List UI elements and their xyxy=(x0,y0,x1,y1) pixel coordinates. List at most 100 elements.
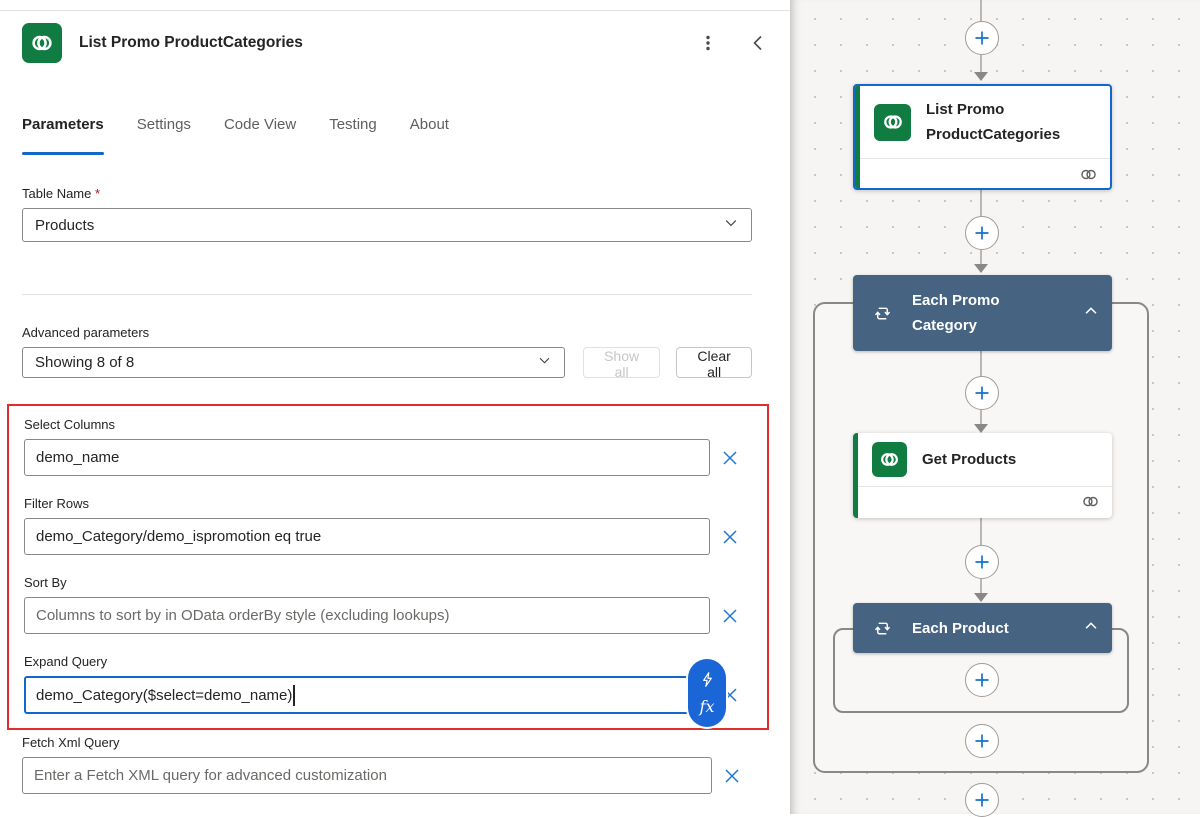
insert-step-button[interactable] xyxy=(965,663,999,697)
clear-all-button[interactable]: Clear all xyxy=(676,347,752,378)
node-title: List Promo ProductCategories xyxy=(926,97,1098,147)
clear-x-icon xyxy=(722,766,742,786)
arrow-down-icon xyxy=(974,593,988,602)
connector-line xyxy=(980,518,982,545)
connector-accent-bar xyxy=(853,433,858,518)
connector-line xyxy=(980,250,982,264)
highlighted-fields-outline: Select Columns Filter Rows xyxy=(7,404,769,730)
connector-line xyxy=(980,351,982,376)
plus-icon xyxy=(972,28,992,48)
action-parameters-panel: List Promo ProductCategories Parameters … xyxy=(0,0,790,814)
collapse-scope-button[interactable] xyxy=(1082,302,1100,325)
text-cursor xyxy=(293,685,295,706)
panel-top-border xyxy=(0,10,790,11)
collapse-panel-button[interactable] xyxy=(742,27,774,59)
tab-testing[interactable]: Testing xyxy=(329,116,377,145)
tab-code-view[interactable]: Code View xyxy=(224,116,296,145)
advanced-parameters-value: Showing 8 of 8 xyxy=(35,354,134,371)
dataverse-icon xyxy=(872,442,907,477)
loop-icon xyxy=(873,619,892,638)
chevron-down-icon xyxy=(537,353,552,372)
plus-icon xyxy=(972,223,992,243)
connector-line xyxy=(980,579,982,593)
plus-icon xyxy=(972,383,992,403)
flow-canvas: List Promo ProductCategories Each Promo … xyxy=(790,0,1200,814)
tab-settings[interactable]: Settings xyxy=(137,116,191,145)
connector-accent-bar xyxy=(855,86,860,188)
dataverse-icon xyxy=(874,104,911,141)
collapse-scope-button[interactable] xyxy=(1082,617,1100,640)
table-name-value: Products xyxy=(35,217,94,234)
required-asterisk: * xyxy=(95,186,100,201)
sort-by-input[interactable] xyxy=(24,597,710,634)
filter-rows-input[interactable] xyxy=(24,518,710,555)
advanced-parameters-dropdown[interactable]: Showing 8 of 8 xyxy=(22,347,565,378)
select-columns-input[interactable] xyxy=(24,439,710,476)
filter-rows-label: Filter Rows xyxy=(24,496,750,511)
advanced-parameters-label: Advanced parameters xyxy=(22,325,752,340)
node-each-promo-category[interactable]: Each Promo Category xyxy=(853,275,1112,351)
panel-title: List Promo ProductCategories xyxy=(79,34,303,52)
clear-x-icon xyxy=(720,448,740,468)
node-list-promo-productcategories[interactable]: List Promo ProductCategories xyxy=(853,84,1112,190)
table-name-dropdown[interactable]: Products xyxy=(22,208,752,242)
connector-line xyxy=(980,55,982,72)
plus-icon xyxy=(972,670,992,690)
insert-step-button[interactable] xyxy=(965,783,999,817)
clear-sort-by-button[interactable] xyxy=(710,598,750,634)
clear-x-icon xyxy=(720,527,740,547)
clear-x-icon xyxy=(720,606,740,626)
dynamic-content-button[interactable] xyxy=(699,671,716,688)
chevron-left-icon xyxy=(748,33,768,53)
arrow-down-icon xyxy=(974,72,988,81)
fx-icon: fx xyxy=(700,697,715,716)
arrow-down-icon xyxy=(974,264,988,273)
lightning-bolt-icon xyxy=(699,671,716,688)
fetch-xml-query-input[interactable] xyxy=(22,757,712,794)
panel-header: List Promo ProductCategories xyxy=(22,23,774,63)
connection-link-icon xyxy=(1081,492,1100,511)
expression-button[interactable]: fx xyxy=(700,697,715,716)
kebab-menu-icon xyxy=(698,33,718,53)
more-options-button[interactable] xyxy=(692,27,724,59)
dataverse-icon xyxy=(22,23,62,63)
connection-link-icon xyxy=(1079,165,1098,184)
node-title: Get Products xyxy=(922,447,1016,472)
insert-step-button[interactable] xyxy=(965,545,999,579)
tab-about[interactable]: About xyxy=(410,116,449,145)
expand-query-input[interactable]: demo_Category($select=demo_name) xyxy=(24,676,710,714)
chevron-down-icon xyxy=(723,215,739,235)
node-each-product[interactable]: Each Product xyxy=(853,603,1112,653)
connector-line xyxy=(980,189,982,216)
insert-step-button[interactable] xyxy=(965,216,999,250)
node-title: Each Product xyxy=(912,616,1009,641)
show-all-button: Show all xyxy=(583,347,660,378)
node-title: Each Promo Category xyxy=(912,288,1062,338)
chevron-up-icon xyxy=(1082,617,1100,635)
chevron-up-icon xyxy=(1082,302,1100,320)
clear-select-columns-button[interactable] xyxy=(710,440,750,476)
insert-step-button[interactable] xyxy=(965,724,999,758)
sort-by-label: Sort By xyxy=(24,575,750,590)
expand-query-value: demo_Category($select=demo_name) xyxy=(36,687,292,704)
token-picker-pill: fx xyxy=(688,659,726,727)
expand-query-label: Expand Query xyxy=(24,654,750,669)
clear-filter-rows-button[interactable] xyxy=(710,519,750,555)
connector-line xyxy=(980,410,982,424)
plus-icon xyxy=(972,552,992,572)
fetch-xml-query-label: Fetch Xml Query xyxy=(22,735,752,750)
node-get-products[interactable]: Get Products xyxy=(853,433,1112,518)
table-name-label: Table Name * xyxy=(22,186,752,201)
loop-icon xyxy=(873,304,892,323)
section-divider xyxy=(22,294,752,295)
panel-tabs: Parameters Settings Code View Testing Ab… xyxy=(22,116,449,145)
plus-icon xyxy=(972,790,992,810)
insert-step-button[interactable] xyxy=(965,376,999,410)
plus-icon xyxy=(972,731,992,751)
arrow-down-icon xyxy=(974,424,988,433)
insert-step-button[interactable] xyxy=(965,21,999,55)
tab-parameters[interactable]: Parameters xyxy=(22,116,104,145)
connector-line xyxy=(980,0,982,22)
select-columns-label: Select Columns xyxy=(24,417,750,432)
clear-fetch-xml-button[interactable] xyxy=(712,758,752,794)
